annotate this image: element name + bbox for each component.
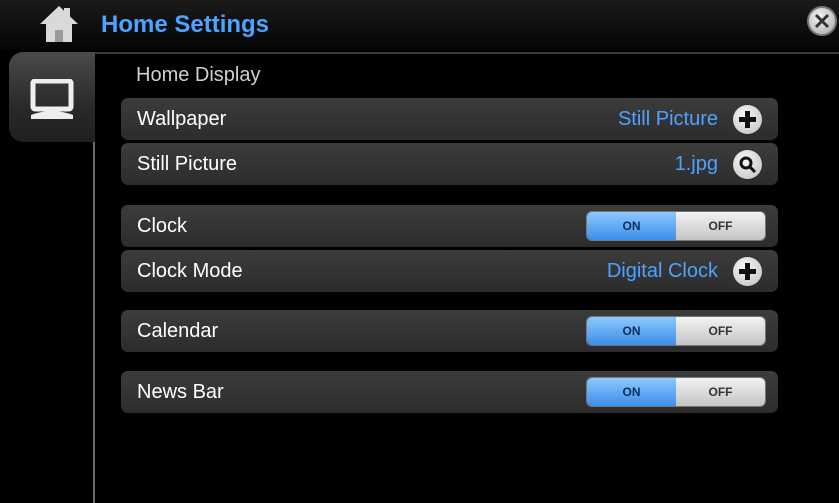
still-picture-value: 1.jpg	[674, 153, 718, 175]
clock-mode-row[interactable]: Clock Mode Digital Clock	[121, 250, 778, 292]
header-divider	[95, 52, 839, 54]
title-bar: Home Settings	[0, 0, 839, 50]
calendar-row: Calendar ON OFF	[121, 310, 778, 352]
clock-toggle[interactable]: ON OFF	[586, 211, 766, 241]
clock-toggle-on[interactable]: ON	[587, 212, 676, 240]
news-bar-row: News Bar ON OFF	[121, 371, 778, 413]
home-icon[interactable]	[38, 4, 80, 44]
calendar-toggle-off[interactable]: OFF	[676, 317, 765, 345]
news-bar-toggle[interactable]: ON OFF	[586, 377, 766, 407]
clock-row: Clock ON OFF	[121, 205, 778, 247]
still-picture-search-button[interactable]	[733, 150, 762, 179]
section-title: Home Display	[136, 64, 261, 86]
wallpaper-row[interactable]: Wallpaper Still Picture	[121, 98, 778, 140]
calendar-toggle-on[interactable]: ON	[587, 317, 676, 345]
clock-mode-value: Digital Clock	[606, 260, 718, 282]
close-icon	[814, 13, 830, 29]
display-icon	[30, 79, 74, 119]
wallpaper-value: Still Picture	[617, 108, 718, 130]
close-button[interactable]	[807, 6, 837, 36]
news-bar-toggle-off[interactable]: OFF	[676, 378, 765, 406]
calendar-label: Calendar	[137, 320, 219, 342]
plus-icon	[739, 263, 756, 280]
search-icon	[739, 156, 756, 173]
clock-toggle-off[interactable]: OFF	[676, 212, 765, 240]
wallpaper-plus-button[interactable]	[733, 105, 762, 134]
clock-mode-plus-button[interactable]	[733, 257, 762, 286]
clock-label: Clock	[137, 215, 188, 237]
sidebar-divider	[93, 142, 95, 503]
news-bar-toggle-on[interactable]: ON	[587, 378, 676, 406]
calendar-toggle[interactable]: ON OFF	[586, 316, 766, 346]
tab-home-display[interactable]	[9, 52, 95, 142]
page-title: Home Settings	[101, 11, 270, 38]
still-picture-row[interactable]: Still Picture 1.jpg	[121, 143, 778, 185]
news-bar-label: News Bar	[137, 381, 224, 403]
still-picture-label: Still Picture	[137, 153, 238, 175]
clock-mode-label: Clock Mode	[137, 260, 243, 282]
wallpaper-label: Wallpaper	[137, 108, 227, 130]
plus-icon	[739, 111, 756, 128]
